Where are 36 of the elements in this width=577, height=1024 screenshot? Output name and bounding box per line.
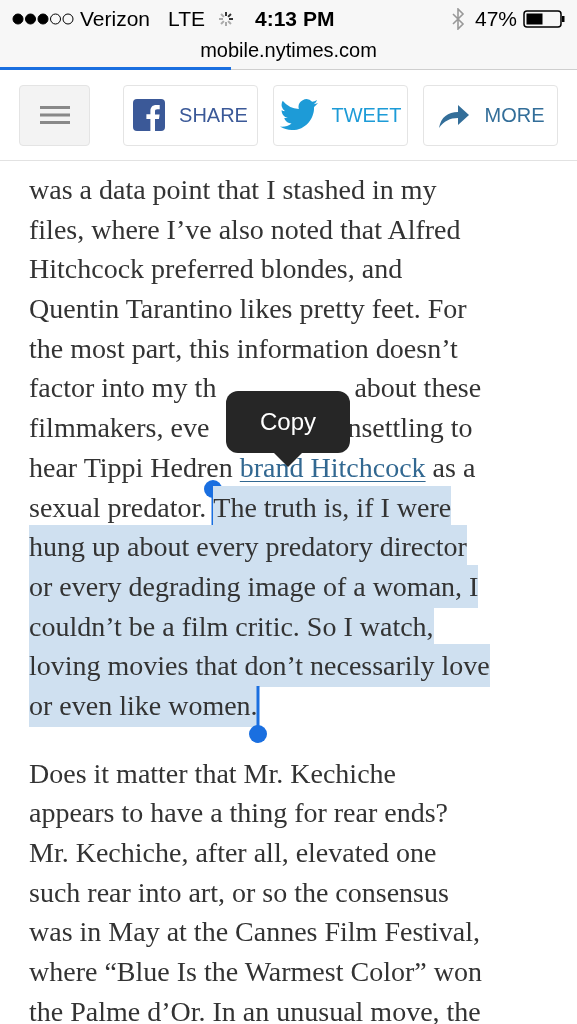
article-text: about these	[354, 371, 482, 406]
url-text[interactable]: mobile.nytimes.com	[200, 37, 377, 63]
article-text: appears to have a thing for rear ends?	[29, 796, 449, 831]
article-text: Mr. Kechiche, after all, elevated one	[29, 836, 437, 870]
article-text: hear Tippi Hedren	[29, 450, 234, 485]
article-text: loving movies that don’t necessarily love	[29, 644, 490, 688]
bluetooth-icon	[450, 7, 465, 30]
article-text: the most part, this information doesn’t	[29, 331, 458, 366]
article-text: filmmakers, eve	[29, 411, 210, 446]
article-text: sexual predator.	[29, 490, 208, 525]
article-text: where “Blue Is the Warmest Color” won	[29, 955, 482, 990]
clock-time: 4:13 PM	[255, 5, 335, 32]
article-text: Quentin Tarantino likes pretty feet. For	[29, 292, 467, 327]
article-text: factor into my th	[29, 371, 217, 406]
article-text: Hitchcock preferred blondes, and	[29, 252, 403, 287]
article-text: was a data point that I stashed in my	[29, 173, 437, 207]
article-text: nsettling to	[347, 411, 473, 446]
signal-icon	[12, 12, 74, 25]
facebook-icon	[133, 99, 166, 131]
battery-percent: 47%	[474, 5, 517, 32]
carrier-name: Verizon	[80, 5, 151, 32]
share-option-button[interactable]: MORE	[423, 84, 558, 146]
share-option-button[interactable]: SHARE	[123, 84, 258, 146]
article-text: Does it matter that Mr. Kechiche	[29, 756, 396, 791]
activity-spinner-icon	[217, 9, 235, 28]
menu-button[interactable]	[19, 84, 90, 146]
article-text: files, where I’ve also noted that Alfred	[29, 212, 461, 247]
article-text: as a	[431, 450, 476, 485]
copy-button[interactable]: Copy	[226, 391, 350, 453]
menu-icon	[39, 106, 70, 124]
network-type: LTE	[168, 5, 205, 32]
article-text: or every degrading image of a woman, I	[29, 564, 479, 608]
battery-icon	[523, 9, 565, 28]
article-text: such rear into art, or so the consensus	[29, 875, 449, 910]
bird-icon	[279, 99, 318, 131]
article-text: was in May at the Cannes Film Festival,	[29, 915, 481, 950]
